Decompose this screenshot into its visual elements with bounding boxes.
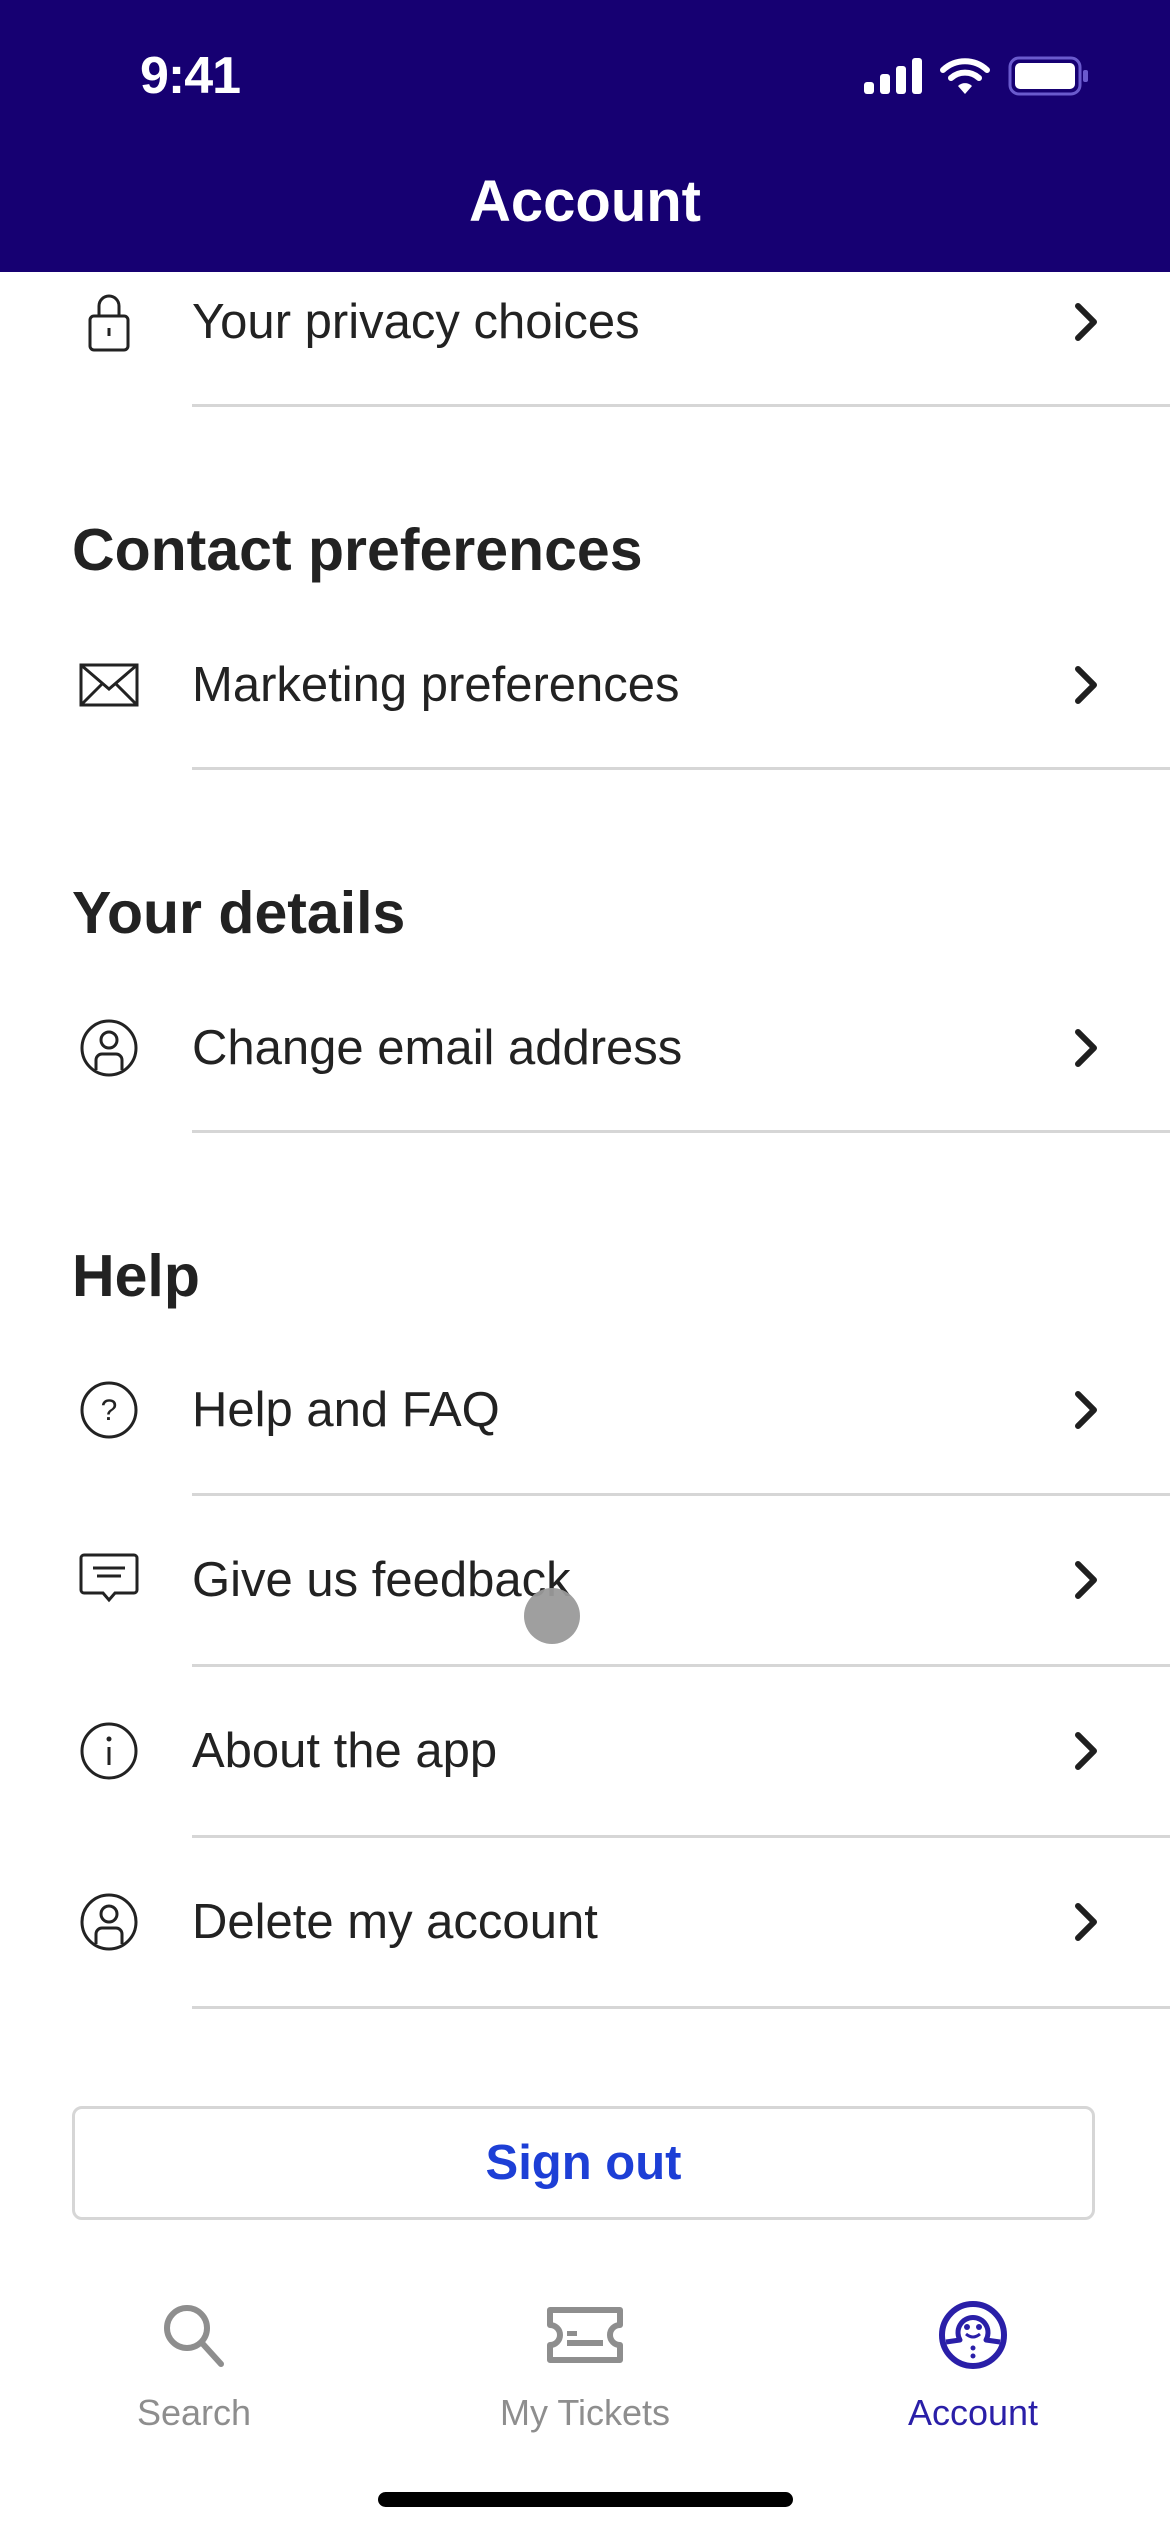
list-item-label: Help and FAQ [192, 1383, 500, 1437]
list-item-label: Delete my account [192, 1895, 598, 1949]
tab-label: Search [136, 2392, 252, 2433]
list-item-give-feedback[interactable]: Give us feedback [0, 1515, 1170, 1645]
envelope-icon [74, 650, 144, 720]
sign-out-button[interactable]: Sign out [72, 2106, 1095, 2220]
chevron-right-icon [1075, 1029, 1097, 1067]
status-icons [864, 56, 1090, 96]
divider [192, 767, 1170, 770]
person-circle-icon [74, 1013, 144, 1083]
list-item-delete-account[interactable]: Delete my account [0, 1857, 1170, 1987]
list-item-privacy-choices[interactable]: Your privacy choices [0, 257, 1170, 387]
chevron-right-icon [1075, 1732, 1097, 1770]
list-item-label: Marketing preferences [192, 658, 680, 712]
chevron-right-icon [1075, 1561, 1097, 1599]
section-heading-help: Help [72, 1243, 200, 1309]
person-circle-icon [74, 1887, 144, 1957]
status-time: 9:41 [140, 47, 241, 105]
chevron-right-icon [1075, 303, 1097, 341]
account-mascot-icon [843, 2290, 1103, 2380]
divider [192, 2006, 1170, 2009]
tab-label: Account [907, 2392, 1039, 2433]
chevron-right-icon [1075, 1903, 1097, 1941]
list-item-label: About the app [192, 1724, 498, 1778]
tab-account[interactable]: Account [843, 2290, 1103, 2434]
chat-bubble-icon [74, 1545, 144, 1615]
chevron-right-icon [1075, 1391, 1097, 1429]
page-title: Account [469, 169, 701, 234]
divider [192, 1130, 1170, 1133]
touch-indicator [524, 1588, 580, 1644]
home-indicator [378, 2492, 793, 2507]
wifi-icon [940, 58, 990, 94]
list-item-about-app[interactable]: About the app [0, 1686, 1170, 1816]
list-item-label: Change email address [192, 1021, 683, 1075]
chevron-right-icon [1075, 666, 1097, 704]
list-item-label: Your privacy choices [192, 295, 640, 349]
header: 9:41 Account [0, 0, 1170, 272]
divider [192, 1664, 1170, 1667]
question-circle-icon: ? [74, 1375, 144, 1445]
section-heading-contact: Contact preferences [72, 517, 643, 583]
list-item-help-faq[interactable]: ? Help and FAQ [0, 1345, 1170, 1475]
signal-icon [864, 58, 922, 94]
list-item-change-email[interactable]: Change email address [0, 983, 1170, 1113]
list-item-label: Give us feedback [192, 1553, 571, 1607]
divider [192, 1835, 1170, 1838]
section-heading-details: Your details [72, 880, 406, 946]
search-icon [64, 2290, 324, 2380]
ticket-icon [455, 2290, 715, 2380]
tab-my-tickets[interactable]: My Tickets [455, 2290, 715, 2434]
list-item-marketing-preferences[interactable]: Marketing preferences [0, 620, 1170, 750]
divider [192, 404, 1170, 407]
tab-search[interactable]: Search [64, 2290, 324, 2434]
battery-icon [1008, 56, 1088, 96]
divider [192, 1493, 1170, 1496]
info-circle-icon [74, 1716, 144, 1786]
tab-label: My Tickets [499, 2392, 670, 2433]
svg-text:?: ? [101, 1394, 118, 1427]
lock-icon [74, 287, 144, 357]
